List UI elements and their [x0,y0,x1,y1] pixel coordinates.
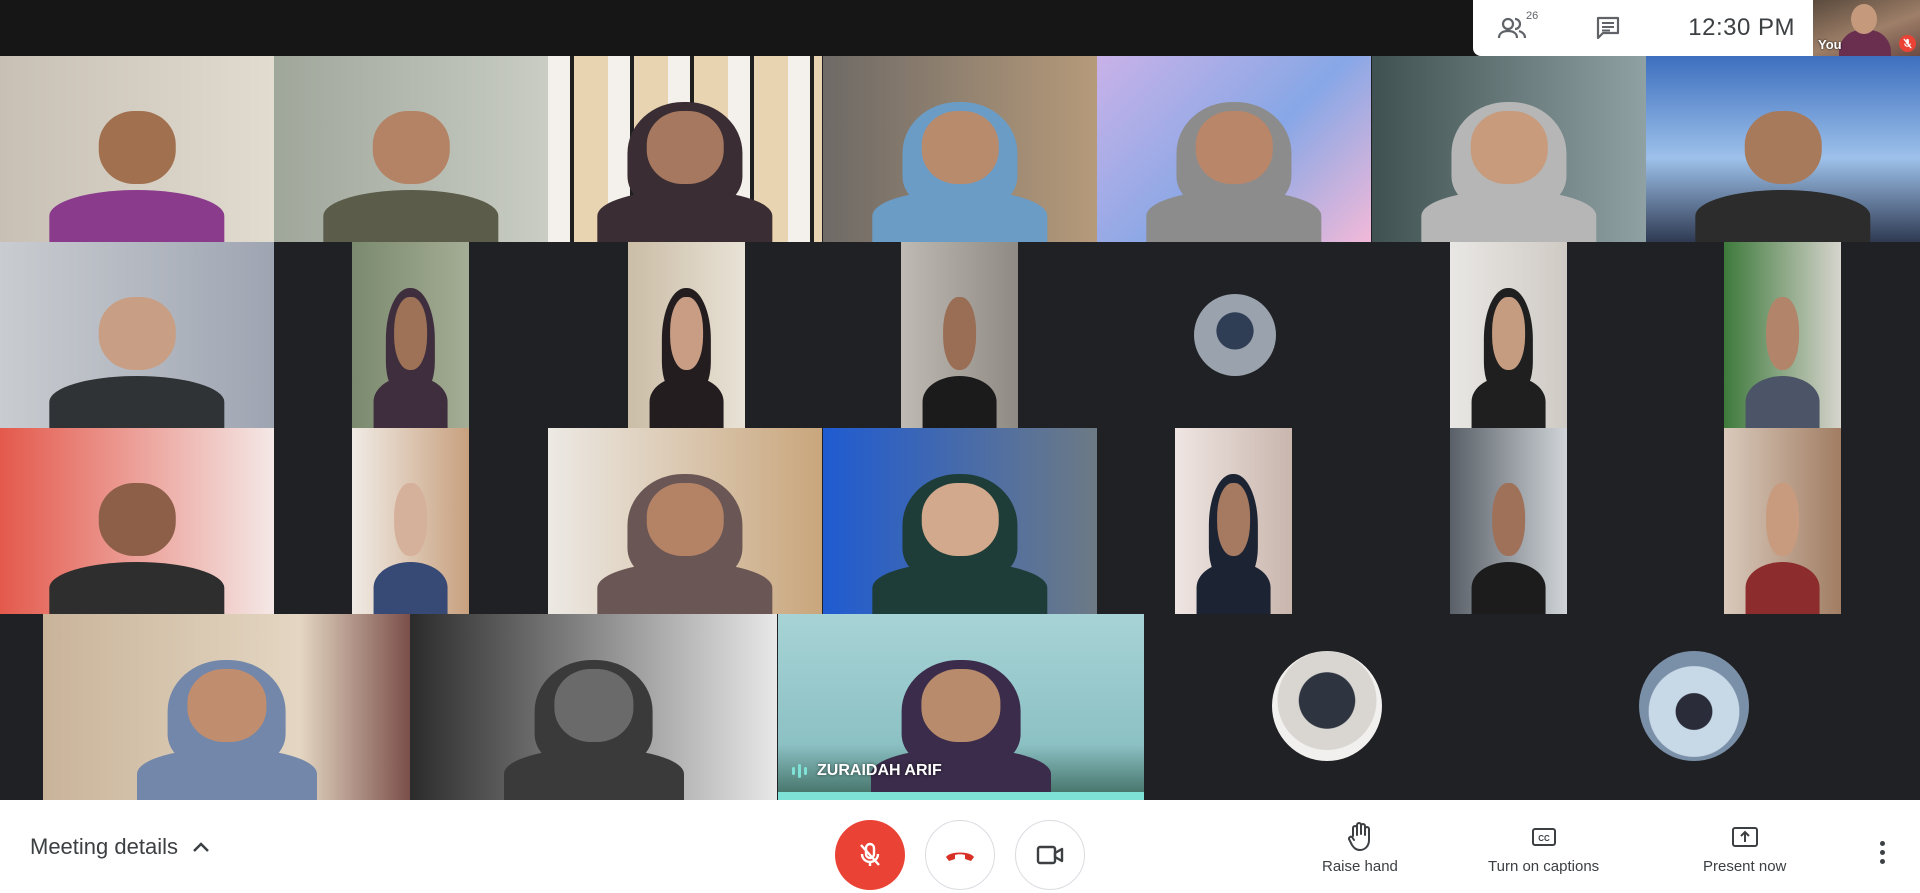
participant-video-tile[interactable] [1175,428,1292,614]
svg-text:CC: CC [1538,834,1550,843]
participant-silhouette [872,461,1048,614]
hang-up-icon [946,852,974,861]
present-now-label: Present now [1703,858,1787,875]
participant-silhouette [597,461,773,614]
participant-silhouette [597,89,773,242]
participant-avatar[interactable] [1194,294,1276,376]
raise-hand-button[interactable]: Raise hand [1322,822,1398,875]
participant-silhouette [136,647,317,800]
participant-silhouette [373,461,448,614]
participant-silhouette [503,647,684,800]
raise-hand-label: Raise hand [1322,858,1398,875]
participant-video-tile[interactable] [1450,428,1567,614]
camera-toggle-button[interactable] [1015,820,1085,890]
participant-video-tile[interactable] [352,242,469,428]
closed-captions-icon: CC [1531,828,1556,846]
meeting-info-card: 26 12:30 PM [1473,0,1813,56]
active-speaker-name-label: ZURAIDAH ARIF [792,762,942,780]
hand-icon [1347,822,1370,851]
participant-silhouette [323,89,499,242]
meeting-clock: 12:30 PM [1688,14,1795,41]
participant-video-tile[interactable] [0,428,274,614]
leave-call-button[interactable] [925,820,995,890]
participant-video-tile[interactable] [0,56,274,242]
meeting-details-button[interactable]: Meeting details [30,800,210,893]
participant-video-tile[interactable] [823,428,1097,614]
participant-video-tile[interactable] [352,428,469,614]
bottom-control-bar: Meeting details Raise hand CC Turn on ca… [0,800,1920,893]
participant-video-tile[interactable] [628,242,745,428]
participant-silhouette [872,89,1048,242]
chat-button[interactable] [1595,15,1621,41]
participant-video-tile[interactable] [548,428,822,614]
captions-button[interactable]: CC Turn on captions [1488,822,1599,875]
participant-grid [0,56,1920,800]
speaking-indicator-icon [792,764,807,778]
captions-label: Turn on captions [1488,858,1600,875]
participant-video-tile[interactable] [823,56,1097,242]
participant-silhouette [49,275,225,428]
participant-video-tile[interactable] [548,56,822,242]
participant-avatar[interactable] [1639,651,1749,761]
participant-silhouette [922,275,997,428]
participant-silhouette [1196,461,1271,614]
participant-video-tile[interactable] [274,56,548,242]
participant-silhouette [49,89,225,242]
participant-silhouette [1745,275,1820,428]
participant-video-tile[interactable] [0,242,274,428]
participants-button[interactable]: 26 [1497,10,1538,41]
participant-silhouette [1146,89,1322,242]
present-now-button[interactable]: Present now [1703,822,1786,875]
participant-video-tile[interactable] [1097,56,1371,242]
participant-silhouette [373,275,448,428]
participant-avatar[interactable] [1272,651,1382,761]
videocam-icon [1036,845,1064,865]
mic-off-icon [860,842,880,866]
participant-video-tile[interactable] [901,242,1018,428]
participant-silhouette [49,461,225,614]
participant-video-tile[interactable] [1372,56,1646,242]
active-speaker-highlight [778,792,1144,800]
participant-silhouette [1745,461,1820,614]
participant-silhouette [1471,461,1546,614]
mic-off-icon [1899,35,1916,52]
participant-video-tile[interactable] [1724,242,1841,428]
participant-silhouette [649,275,724,428]
participant-video-tile[interactable] [1646,56,1920,242]
self-view-label: You [1818,37,1842,52]
self-view-tile[interactable]: You [1813,0,1920,56]
chevron-up-icon [193,841,209,852]
present-screen-icon [1731,827,1758,847]
active-speaker-name: ZURAIDAH ARIF [817,762,942,779]
participant-silhouette [1471,275,1546,428]
participant-video-tile[interactable] [1450,242,1567,428]
participant-count: 26 [1526,10,1539,22]
participant-silhouette [1421,89,1597,242]
participant-video-tile[interactable] [410,614,777,800]
participant-video-tile[interactable] [1724,428,1841,614]
microphone-toggle-button[interactable] [835,820,905,890]
more-options-button[interactable] [1868,830,1896,874]
participant-silhouette [1695,89,1871,242]
people-icon [1497,17,1527,39]
meeting-details-label: Meeting details [30,833,178,859]
chat-icon [1596,16,1619,40]
participant-video-tile[interactable] [43,614,410,800]
